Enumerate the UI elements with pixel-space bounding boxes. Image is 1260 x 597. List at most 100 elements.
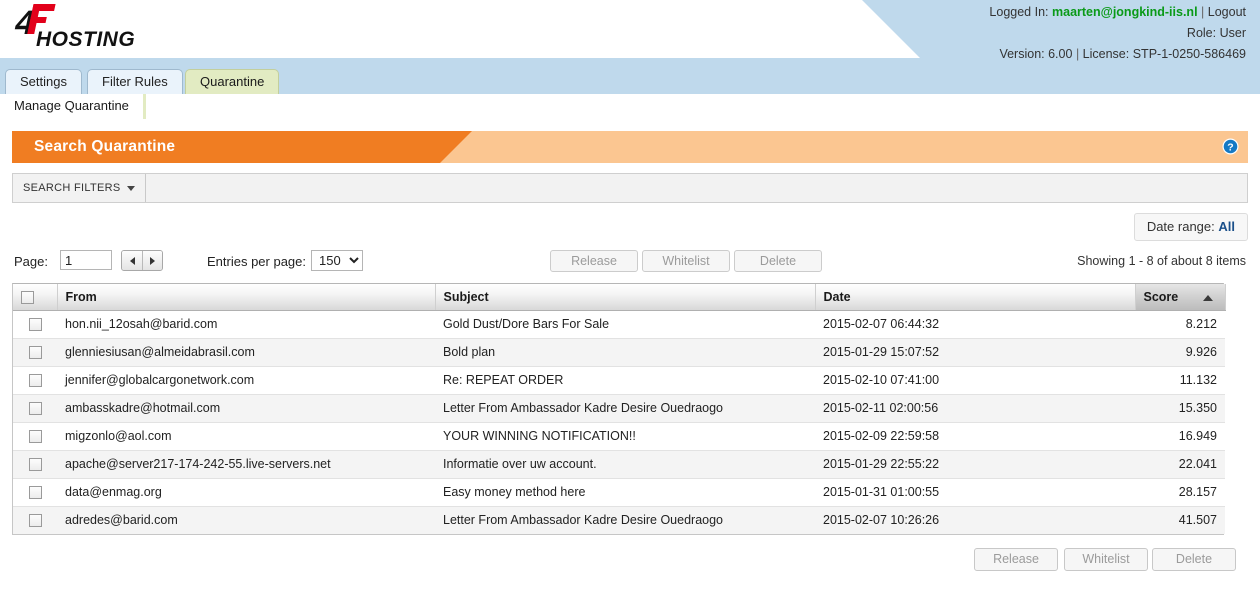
- svg-text:HOSTING: HOSTING: [36, 28, 135, 50]
- row-checkbox[interactable]: [28, 430, 42, 444]
- cell-subject: Easy money method here: [435, 478, 815, 507]
- license-value: STP-1-0250-586469: [1132, 47, 1246, 61]
- cell-date: 2015-01-31 01:00:55: [815, 478, 1135, 507]
- select-all-header: [13, 284, 58, 311]
- cell-date: 2015-02-10 07:41:00: [815, 366, 1135, 395]
- row-select-cell: [13, 338, 57, 367]
- entries-per-page-label: Entries per page:: [207, 254, 307, 269]
- role-value: User: [1219, 26, 1246, 40]
- cell-from: jennifer@globalcargonetwork.com: [57, 366, 435, 395]
- tab-quarantine[interactable]: Quarantine: [185, 69, 280, 94]
- row-select-cell: [13, 422, 57, 451]
- delete-button-bottom[interactable]: Delete: [1152, 548, 1236, 571]
- logout-link[interactable]: Logout: [1208, 5, 1246, 19]
- delete-button-top[interactable]: Delete: [734, 250, 822, 272]
- row-checkbox[interactable]: [28, 486, 42, 500]
- select-all-checkbox[interactable]: [21, 290, 34, 304]
- cell-subject: YOUR WINNING NOTIFICATION!!: [435, 422, 815, 451]
- date-range-row: Date range: All: [12, 213, 1248, 241]
- cell-score: 9.926: [1135, 338, 1225, 367]
- panel-title-bar: Search Quarantine ?: [12, 131, 1248, 163]
- triangle-left-icon: [129, 256, 135, 265]
- table-row[interactable]: adredes@barid.com Letter From Ambassador …: [13, 506, 1225, 534]
- search-filters-label: SEARCH FILTERS: [23, 182, 121, 194]
- logged-in-label: Logged In:: [989, 5, 1049, 19]
- role-row: Role: User: [989, 23, 1246, 44]
- column-header-from[interactable]: From: [57, 284, 436, 311]
- row-select-cell: [13, 478, 57, 507]
- row-checkbox[interactable]: [28, 458, 42, 472]
- entries-per-page-select[interactable]: 150: [311, 250, 363, 271]
- header-white-banner: [0, 0, 920, 58]
- subtab-manage-quarantine[interactable]: Manage Quarantine: [0, 94, 143, 119]
- brand-logo: 4 HOSTING: [8, 2, 138, 50]
- cell-score: 28.157: [1135, 478, 1225, 507]
- column-header-score[interactable]: Score: [1135, 284, 1226, 311]
- cell-date: 2015-02-09 22:59:58: [815, 422, 1135, 451]
- column-header-date[interactable]: Date: [815, 284, 1136, 311]
- cell-score: 8.212: [1135, 310, 1225, 339]
- table-row[interactable]: ambasskadre@hotmail.com Letter From Ambas…: [13, 394, 1225, 423]
- row-select-cell: [13, 310, 57, 339]
- table-row[interactable]: migzonlo@aol.com YOUR WINNING NOTIFICATIO…: [13, 422, 1225, 451]
- main-tabbar: Settings Filter Rules Quarantine: [0, 64, 1260, 94]
- row-select-cell: [13, 366, 57, 395]
- page-title: Search Quarantine: [34, 138, 176, 155]
- row-checkbox[interactable]: [28, 318, 42, 332]
- table-row[interactable]: apache@server217-174-242-55.live-servers…: [13, 450, 1225, 479]
- row-checkbox[interactable]: [28, 346, 42, 360]
- logged-in-row: Logged In: maarten@jongkind-iis.nl | Log…: [989, 2, 1246, 23]
- column-header-score-label: Score: [1143, 289, 1179, 304]
- cell-from: adredes@barid.com: [57, 506, 435, 534]
- help-circle-icon[interactable]: ?: [1222, 138, 1239, 155]
- cell-date: 2015-01-29 15:07:52: [815, 338, 1135, 367]
- search-filters-bar: SEARCH FILTERS: [12, 173, 1248, 203]
- table-body: hon.nii_12osah@barid.com Gold Dust/Dore B…: [13, 310, 1225, 534]
- license-label: License:: [1082, 47, 1130, 61]
- date-range-button[interactable]: Date range: All: [1133, 213, 1248, 241]
- page-label: Page:: [14, 254, 48, 269]
- whitelist-button-top[interactable]: Whitelist: [642, 250, 730, 272]
- release-button-bottom[interactable]: Release: [974, 548, 1058, 571]
- row-select-cell: [13, 394, 57, 423]
- cell-subject: Gold Dust/Dore Bars For Sale: [435, 310, 815, 339]
- row-checkbox[interactable]: [28, 374, 42, 388]
- cell-from: hon.nii_12osah@barid.com: [57, 310, 435, 339]
- session-info: Logged In: maarten@jongkind-iis.nl | Log…: [989, 0, 1246, 64]
- row-checkbox[interactable]: [28, 514, 42, 528]
- cell-score: 22.041: [1135, 450, 1225, 479]
- user-email: maarten@jongkind-iis.nl: [1052, 5, 1198, 19]
- cell-date: 2015-02-07 10:26:26: [815, 506, 1135, 534]
- tab-filter-rules[interactable]: Filter Rules: [87, 69, 183, 94]
- search-filters-button[interactable]: SEARCH FILTERS: [13, 174, 146, 202]
- tab-settings[interactable]: Settings: [5, 69, 82, 94]
- table-head: From Subject Date Score: [13, 284, 1226, 311]
- role-label: Role:: [1186, 26, 1217, 40]
- cell-from: glenniesiusan@almeidabrasil.com: [57, 338, 435, 367]
- version-label: Version:: [999, 47, 1045, 61]
- cell-from: ambasskadre@hotmail.com: [57, 394, 435, 423]
- next-page-button[interactable]: [142, 251, 162, 270]
- app-header: 4 HOSTING Logged In: maarten@jongkind-ii…: [0, 0, 1260, 64]
- whitelist-button-bottom[interactable]: Whitelist: [1064, 548, 1148, 571]
- svg-text:?: ?: [1227, 142, 1233, 154]
- row-checkbox[interactable]: [28, 402, 42, 416]
- cell-score: 15.350: [1135, 394, 1225, 423]
- version-value: 6.00: [1048, 47, 1073, 61]
- cell-score: 16.949: [1135, 422, 1225, 451]
- page-input[interactable]: [60, 250, 112, 270]
- cell-score: 11.132: [1135, 366, 1225, 395]
- cell-from: data@enmag.org: [57, 478, 435, 507]
- table-row[interactable]: hon.nii_12osah@barid.com Gold Dust/Dore B…: [13, 310, 1225, 339]
- quarantine-table: From Subject Date Score hon.nii_12osah@b…: [13, 284, 1226, 534]
- grid-bottom-bar: Release Whitelist Delete: [12, 548, 1248, 578]
- showing-count: Showing 1 - 8 of about 8 items: [1077, 254, 1246, 268]
- chevron-down-icon: [126, 185, 135, 191]
- column-header-subject[interactable]: Subject: [435, 284, 816, 311]
- prev-page-button[interactable]: [122, 251, 142, 270]
- release-button-top[interactable]: Release: [550, 250, 638, 272]
- table-row[interactable]: data@enmag.org Easy money method here 2015…: [13, 478, 1225, 507]
- cell-subject: Re: REPEAT ORDER: [435, 366, 815, 395]
- table-row[interactable]: jennifer@globalcargonetwork.com Re: REPEA…: [13, 366, 1225, 395]
- table-row[interactable]: glenniesiusan@almeidabrasil.com Bold plan…: [13, 338, 1225, 367]
